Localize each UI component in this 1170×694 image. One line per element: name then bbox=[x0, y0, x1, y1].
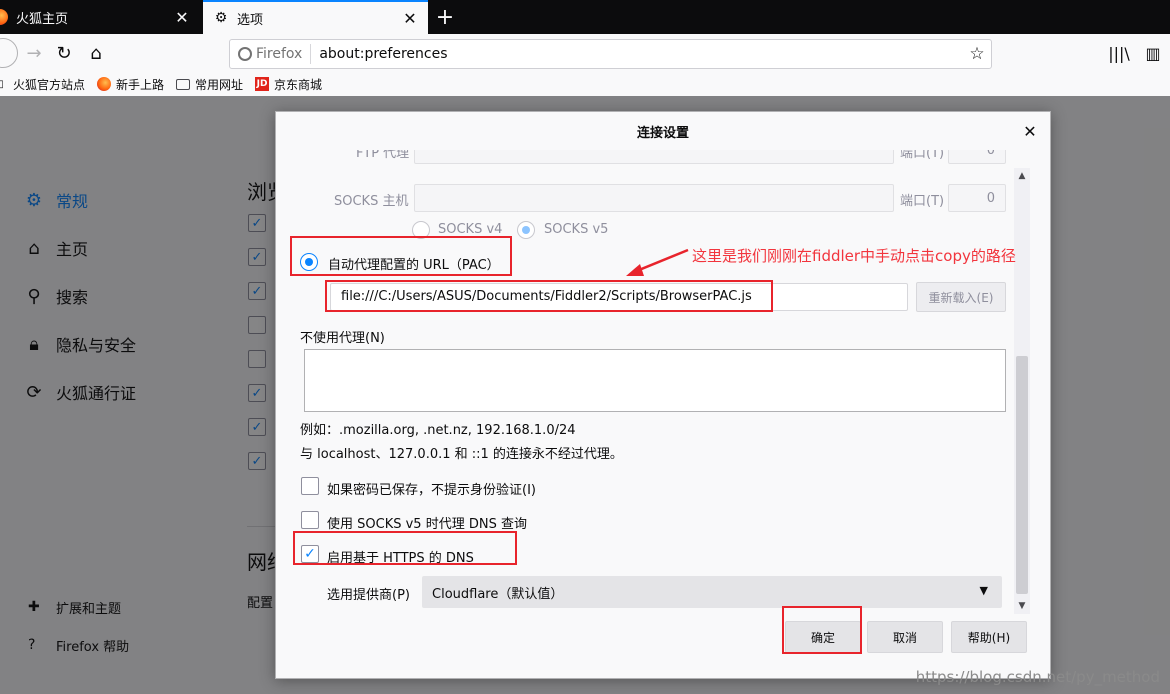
reload-icon: ↻ bbox=[56, 42, 72, 64]
annotation-box-auto-proxy bbox=[290, 236, 512, 276]
provider-select[interactable]: Cloudflare（默认值） ▼ bbox=[422, 576, 1002, 608]
help-button[interactable]: 帮助(H) bbox=[951, 621, 1027, 653]
identity-box[interactable]: Firefox bbox=[230, 44, 312, 64]
bookmark-label: 常用网址 bbox=[195, 77, 244, 92]
bookmark-item[interactable]: JD 京东商城 bbox=[255, 76, 322, 93]
no-proxy-example: 例如：.mozilla.org, .net.nz, 192.168.1.0/24 bbox=[300, 423, 576, 438]
provider-label: 选用提供商(P) bbox=[327, 588, 410, 603]
provider-value: Cloudflare（默认值） bbox=[432, 586, 564, 602]
watermark: https://blog.csdn.net/py_method bbox=[915, 668, 1160, 686]
tab-options[interactable]: ⚙ 选项 ✕ bbox=[203, 0, 428, 34]
annotation-box-ok bbox=[782, 606, 862, 654]
bookmarks-toolbar: ▯ 火狐官方站点 新手上路 常用网址 JD 京东商城 bbox=[0, 72, 1170, 96]
ftp-proxy-label: FTP 代理 bbox=[356, 150, 410, 161]
connection-settings-dialog: 连接设置 ✕ FTP 代理 端口(T) 0 SOCKS 主机 端口(T) 0 S… bbox=[275, 111, 1051, 679]
socks-port-value: 0 bbox=[986, 191, 995, 206]
ftp-port-field[interactable]: 0 bbox=[948, 150, 1006, 164]
socks-port-field[interactable]: 0 bbox=[948, 184, 1006, 212]
bookmark-item[interactable]: ▯ 火狐官方站点 bbox=[0, 76, 85, 93]
reload-button[interactable]: ↻ bbox=[50, 39, 78, 67]
socks-v5-radio[interactable] bbox=[517, 221, 535, 239]
auth-prompt-checkbox[interactable] bbox=[301, 477, 319, 495]
gear-icon: ⚙ bbox=[214, 10, 228, 26]
home-icon: ⌂ bbox=[90, 42, 102, 64]
ftp-port-label: 端口(T) bbox=[900, 150, 945, 161]
localhost-note: 与 localhost、127.0.0.1 和 ::1 的连接永不经过代理。 bbox=[300, 447, 623, 462]
library-button[interactable]: |||\ bbox=[1102, 39, 1136, 67]
home-button[interactable]: ⌂ bbox=[82, 39, 110, 67]
bookmark-label: 火狐官方站点 bbox=[13, 77, 86, 92]
scroll-thumb[interactable] bbox=[1016, 356, 1028, 594]
firefox-logo-icon bbox=[97, 77, 112, 91]
tab-title: 选项 bbox=[237, 12, 264, 28]
close-tab-icon[interactable]: ✕ bbox=[398, 6, 422, 30]
annotation-text: 这里是我们刚刚在fiddler中手动点击copy的路径 bbox=[692, 247, 1016, 265]
identity-label: Firefox bbox=[256, 46, 303, 62]
dialog-title: 连接设置 bbox=[636, 125, 689, 141]
back-button[interactable] bbox=[0, 38, 18, 68]
no-proxy-textarea[interactable] bbox=[304, 349, 1006, 412]
sidebar-icon: ▥ bbox=[1145, 43, 1161, 63]
firefox-logo-icon bbox=[0, 9, 8, 25]
socks-port-label: 端口(T) bbox=[900, 194, 945, 209]
close-tab-icon[interactable]: ✕ bbox=[170, 5, 194, 29]
socks-dns-label: 使用 SOCKS v5 时代理 DNS 查询 bbox=[327, 517, 527, 532]
socks-host-field[interactable] bbox=[414, 184, 894, 212]
socks-dns-checkbox[interactable] bbox=[301, 511, 319, 529]
cancel-button[interactable]: 取消 bbox=[867, 621, 943, 653]
close-icon[interactable]: ✕ bbox=[1020, 121, 1040, 141]
socks-host-label: SOCKS 主机 bbox=[334, 194, 409, 209]
auth-prompt-label: 如果密码已保存，不提示身份验证(I) bbox=[327, 483, 536, 498]
bookmark-label: 京东商城 bbox=[274, 77, 323, 92]
socks-v4-label: SOCKS v4 bbox=[438, 222, 503, 237]
navigation-toolbar: → ↻ ⌂ Firefox about:preferences ☆ |||\ ▥ bbox=[0, 34, 1170, 72]
url-text[interactable]: about:preferences bbox=[311, 46, 963, 62]
jd-logo-icon: JD bbox=[255, 77, 270, 91]
bookmark-star-icon[interactable]: ☆ bbox=[963, 44, 991, 64]
url-bar[interactable]: Firefox about:preferences ☆ bbox=[229, 39, 992, 69]
dialog-scrollbar[interactable]: ▲ ▼ bbox=[1014, 168, 1030, 614]
new-tab-button[interactable]: + bbox=[432, 4, 458, 30]
library-icon: |||\ bbox=[1108, 43, 1130, 63]
socks-v5-label: SOCKS v5 bbox=[544, 222, 609, 237]
annotation-arrow bbox=[626, 248, 689, 276]
firefox-identity-icon bbox=[238, 47, 252, 61]
ftp-port-value: 0 bbox=[986, 150, 995, 158]
forward-arrow-icon: → bbox=[26, 42, 42, 64]
bookmark-label: 新手上路 bbox=[116, 77, 165, 92]
annotation-box-doh bbox=[293, 531, 517, 565]
tab-strip: 火狐主页 ✕ ⚙ 选项 ✕ + bbox=[0, 0, 1170, 34]
chevron-down-icon: ▼ bbox=[979, 584, 988, 597]
folder-icon bbox=[176, 78, 191, 90]
tab-firefox-home[interactable]: 火狐主页 ✕ bbox=[0, 0, 200, 34]
reload-pac-button[interactable]: 重新载入(E) bbox=[916, 282, 1006, 312]
scroll-up-icon[interactable]: ▲ bbox=[1014, 168, 1030, 184]
annotation-box-pac-url bbox=[325, 280, 773, 312]
ftp-proxy-field[interactable] bbox=[414, 150, 894, 164]
toolbar-right: |||\ ▥ bbox=[1102, 39, 1170, 67]
forward-button[interactable]: → bbox=[20, 39, 48, 67]
tab-title: 火狐主页 bbox=[16, 11, 69, 27]
bookmark-folder[interactable]: 常用网址 bbox=[176, 76, 243, 93]
page-icon: ▯ bbox=[0, 78, 4, 90]
sidebar-button[interactable]: ▥ bbox=[1136, 39, 1170, 67]
scroll-down-icon[interactable]: ▼ bbox=[1014, 598, 1030, 614]
no-proxy-label: 不使用代理(N) bbox=[300, 331, 385, 346]
bookmark-item[interactable]: 新手上路 bbox=[97, 76, 164, 93]
